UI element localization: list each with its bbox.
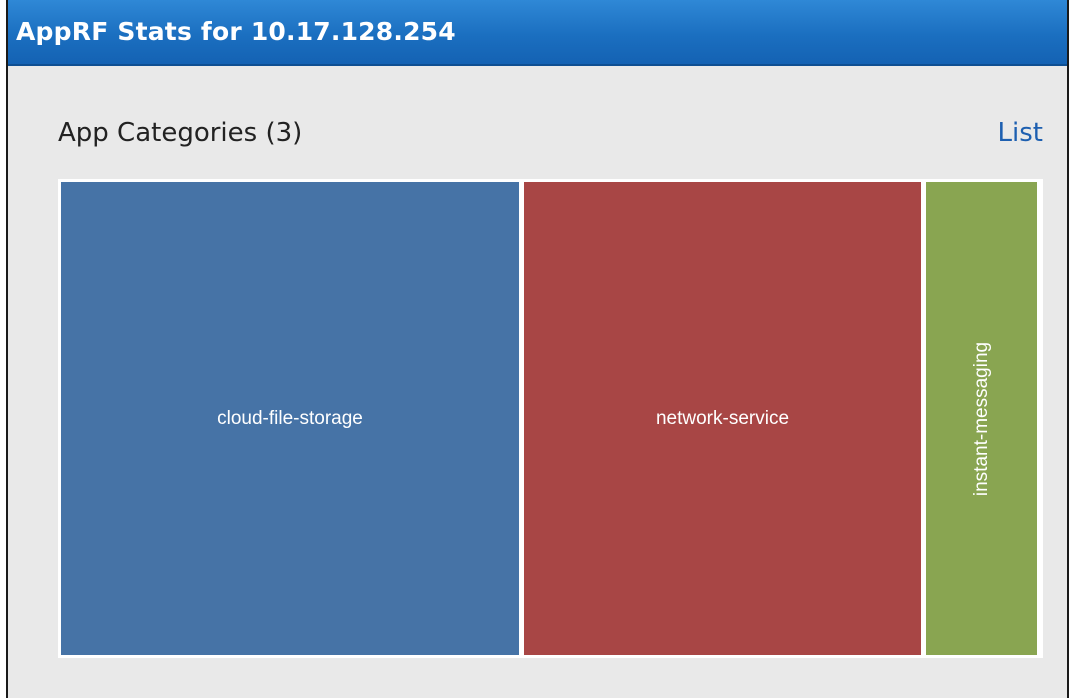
treemap-tile-network-service[interactable]: network-service [524,182,921,655]
app-categories-heading: App Categories (3) [58,118,303,148]
apprf-stats-window: AppRF Stats for 10.17.128.254 App Catego… [6,0,1069,698]
app-categories-treemap: cloud-file-storage network-service insta… [58,179,1043,658]
tile-label: instant-messaging [970,341,992,496]
window-title: AppRF Stats for 10.17.128.254 [16,17,456,46]
list-view-link[interactable]: List [998,118,1043,148]
treemap-tile-cloud-file-storage[interactable]: cloud-file-storage [61,182,519,655]
treemap-tile-instant-messaging[interactable]: instant-messaging [926,182,1037,655]
title-bar: AppRF Stats for 10.17.128.254 [8,0,1067,66]
tile-label: cloud-file-storage [217,407,363,429]
tile-label: network-service [655,407,790,429]
